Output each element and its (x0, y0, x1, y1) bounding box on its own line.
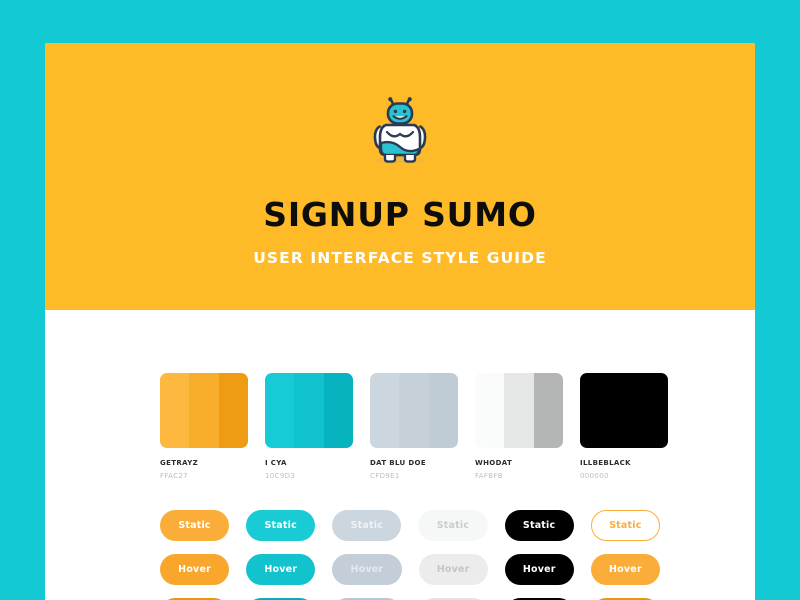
swatch-name: ILLBEBLACK (580, 459, 631, 467)
page-title: SIGNUP SUMO (263, 195, 537, 234)
swatch-band (428, 373, 458, 448)
swatch-band (580, 373, 610, 448)
color-swatch: WHODAT FAFBFB (475, 373, 563, 480)
button-hover-6[interactable]: Hover (590, 554, 661, 585)
sumo-wrestler-mascot-icon (364, 91, 436, 167)
page-subtitle: USER INTERFACE STYLE GUIDE (253, 249, 547, 267)
swatch-band (218, 373, 248, 448)
swatch-chip (475, 373, 563, 448)
swatch-band (189, 373, 219, 448)
button-hover-5[interactable]: Hover (504, 554, 574, 585)
button-static-3[interactable]: Static (332, 510, 402, 541)
button-hover-2[interactable]: Hover (246, 554, 316, 585)
button-static-1[interactable]: Static (160, 510, 230, 541)
button-hover-4[interactable]: Hover (418, 554, 488, 585)
swatch-band (609, 373, 639, 448)
swatch-band (265, 373, 295, 448)
swatch-hex-value: 10C9D3 (265, 472, 296, 480)
button-hover-1[interactable]: Hover (160, 554, 230, 585)
swatch-band (533, 373, 563, 448)
swatch-band (399, 373, 429, 448)
color-swatch: ILLBEBLACK 000000 (580, 373, 668, 480)
swatch-band (370, 373, 400, 448)
style-guide-card: SIGNUP SUMO USER INTERFACE STYLE GUIDE G… (45, 43, 755, 600)
button-row: Hover Hover Hover Hover Hover Hover (160, 554, 661, 585)
swatch-hex-value: 000000 (580, 472, 609, 480)
swatch-band (638, 373, 668, 448)
button-static-5[interactable]: Static (504, 510, 574, 541)
color-swatch: I CYA 10C9D3 (265, 373, 353, 480)
button-static-4[interactable]: Static (418, 510, 488, 541)
header-banner: SIGNUP SUMO USER INTERFACE STYLE GUIDE (45, 43, 755, 310)
button-row: Static Static Static Static Static Static (160, 510, 661, 541)
swatch-name: WHODAT (475, 459, 513, 467)
color-swatch: GETRAYZ FFAC27 (160, 373, 248, 480)
swatch-hex-value: CFD9E1 (370, 472, 400, 480)
swatch-hex-value: FFAC27 (160, 472, 188, 480)
swatch-band (160, 373, 190, 448)
swatch-band (323, 373, 353, 448)
button-static-6[interactable]: Static (590, 510, 661, 541)
swatch-band (294, 373, 324, 448)
swatch-band (475, 373, 505, 448)
color-swatch: DAT BLU DOE CFD9E1 (370, 373, 458, 480)
swatch-chip (265, 373, 353, 448)
color-palette: GETRAYZ FFAC27 I CYA 10C9D3 DAT BLU DOE CFD9E… (160, 373, 668, 480)
button-states-grid: Static Static Static Static Static Static Hove… (160, 510, 661, 600)
swatch-band (504, 373, 534, 448)
swatch-hex-value: FAFBFB (475, 472, 503, 480)
swatch-name: I CYA (265, 459, 287, 467)
swatch-chip (370, 373, 458, 448)
button-hover-3[interactable]: Hover (332, 554, 402, 585)
swatch-chip (160, 373, 248, 448)
swatch-name: DAT BLU DOE (370, 459, 426, 467)
swatch-name: GETRAYZ (160, 459, 199, 467)
button-static-2[interactable]: Static (246, 510, 316, 541)
swatch-chip (580, 373, 668, 448)
